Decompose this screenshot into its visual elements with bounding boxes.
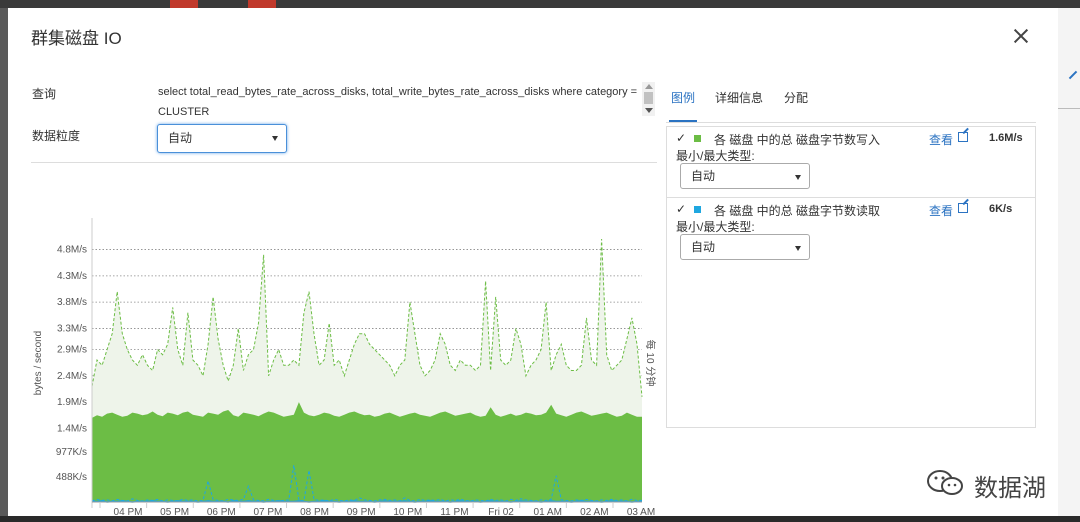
- tab-distribution[interactable]: 分配: [782, 88, 810, 120]
- granularity-select-value: 自动: [168, 131, 193, 145]
- background-footer: [0, 516, 1080, 522]
- scroll-down-icon[interactable]: [645, 108, 653, 113]
- chart-modal: 群集磁盘 IO 查询 select total_read_bytes_rate_…: [8, 8, 1058, 516]
- x-tick-label: 05 PM: [160, 507, 189, 516]
- view-link[interactable]: 查看: [929, 202, 953, 219]
- view-link[interactable]: 查看: [929, 131, 953, 148]
- background-badge: [248, 0, 276, 8]
- minmax-select[interactable]: 自动: [680, 234, 810, 260]
- granularity-select[interactable]: 自动: [157, 124, 287, 153]
- x-tick-label: 02 AM: [580, 507, 608, 516]
- x-tick-label: 03 AM: [627, 507, 655, 516]
- y-tick-label: 3.8M/s: [57, 297, 87, 308]
- minmax-label: 最小/最大类型:: [676, 149, 755, 163]
- y-tick-label: 2.9M/s: [57, 344, 87, 355]
- x-tick-label: 08 PM: [300, 507, 329, 516]
- series-area-write: [92, 402, 642, 502]
- x-tick-label: 09 PM: [347, 507, 376, 516]
- x-tick-label: 10 PM: [393, 507, 422, 516]
- check-icon[interactable]: ✓: [676, 202, 686, 216]
- io-chart: 4.8M/s 4.3M/s 3.8M/s 3.3M/s 2.9M/s 2.4M/s 1.9M…: [33, 218, 656, 516]
- y-axis-label: bytes / second: [33, 331, 44, 395]
- check-icon[interactable]: ✓: [676, 131, 686, 145]
- background-divider: [1058, 108, 1080, 109]
- pencil-icon: [1068, 70, 1078, 80]
- background-page: [1058, 8, 1080, 522]
- minmax-select-value: 自动: [691, 240, 716, 254]
- query-textarea[interactable]: select total_read_bytes_rate_across_disk…: [158, 82, 640, 122]
- x-tick-label: 07 PM: [253, 507, 282, 516]
- wechat-icon: [927, 470, 963, 495]
- x-tick-label: Fri 02: [488, 507, 514, 516]
- legend-item: ✓ 各 磁盘 中的总 磁盘字节数写入 查看 1.6M/s 最小/最大类型: 自动: [667, 127, 1035, 197]
- series-color-swatch: [694, 206, 701, 213]
- minmax-select-value: 自动: [691, 169, 716, 183]
- background-toolbar: [0, 0, 1080, 8]
- close-icon[interactable]: [1007, 22, 1035, 50]
- external-link-icon[interactable]: [958, 203, 968, 213]
- series-color-swatch: [694, 135, 701, 142]
- minmax-select[interactable]: 自动: [680, 163, 810, 189]
- external-link-icon[interactable]: [958, 132, 968, 142]
- chevron-down-icon: [795, 175, 801, 180]
- watermark-text: 数据湖: [974, 475, 1046, 502]
- tab-details[interactable]: 详细信息: [713, 88, 765, 120]
- x-tick-label: 04 PM: [114, 507, 143, 516]
- legend-item: ✓ 各 磁盘 中的总 磁盘字节数读取 查看 6K/s 最小/最大类型: 自动: [667, 197, 1035, 268]
- tab-legend[interactable]: 图例: [669, 88, 698, 122]
- interval-label: 每 10 分钟: [644, 340, 656, 387]
- y-tick-label: 4.8M/s: [57, 245, 87, 256]
- y-tick-label: 488K/s: [56, 472, 87, 483]
- series-value: 6K/s: [989, 203, 1013, 215]
- panel-tabs: 图例 详细信息 分配: [666, 86, 1036, 123]
- x-tick-label: 01 AM: [534, 507, 562, 516]
- y-tick-label: 4.3M/s: [57, 271, 87, 282]
- chevron-down-icon: [272, 136, 278, 141]
- x-tick-label: 06 PM: [207, 507, 236, 516]
- minmax-label: 最小/最大类型:: [676, 220, 755, 234]
- y-tick-label: 1.4M/s: [57, 423, 87, 434]
- y-tick-label: 977K/s: [56, 447, 87, 458]
- legend-panel: ✓ 各 磁盘 中的总 磁盘字节数写入 查看 1.6M/s 最小/最大类型: 自动…: [666, 126, 1036, 428]
- divider: [31, 162, 657, 163]
- y-tick-label: 1.9M/s: [57, 397, 87, 408]
- series-name: 各 磁盘 中的总 磁盘字节数写入: [714, 133, 881, 147]
- y-tick-label: 2.4M/s: [57, 371, 87, 382]
- query-label: 查询: [32, 87, 57, 101]
- y-tick-label: 3.3M/s: [57, 323, 87, 334]
- scroll-thumb[interactable]: [644, 92, 653, 104]
- chevron-down-icon: [795, 246, 801, 251]
- query-scrollbar[interactable]: [642, 82, 655, 116]
- modal-title: 群集磁盘 IO: [31, 29, 122, 48]
- series-value: 1.6M/s: [989, 132, 1023, 144]
- background-badge: [170, 0, 198, 8]
- granularity-label: 数据粒度: [32, 129, 81, 143]
- series-name: 各 磁盘 中的总 磁盘字节数读取: [714, 204, 881, 218]
- x-tick-label: 11 PM: [440, 507, 468, 516]
- scroll-up-icon[interactable]: [645, 84, 653, 89]
